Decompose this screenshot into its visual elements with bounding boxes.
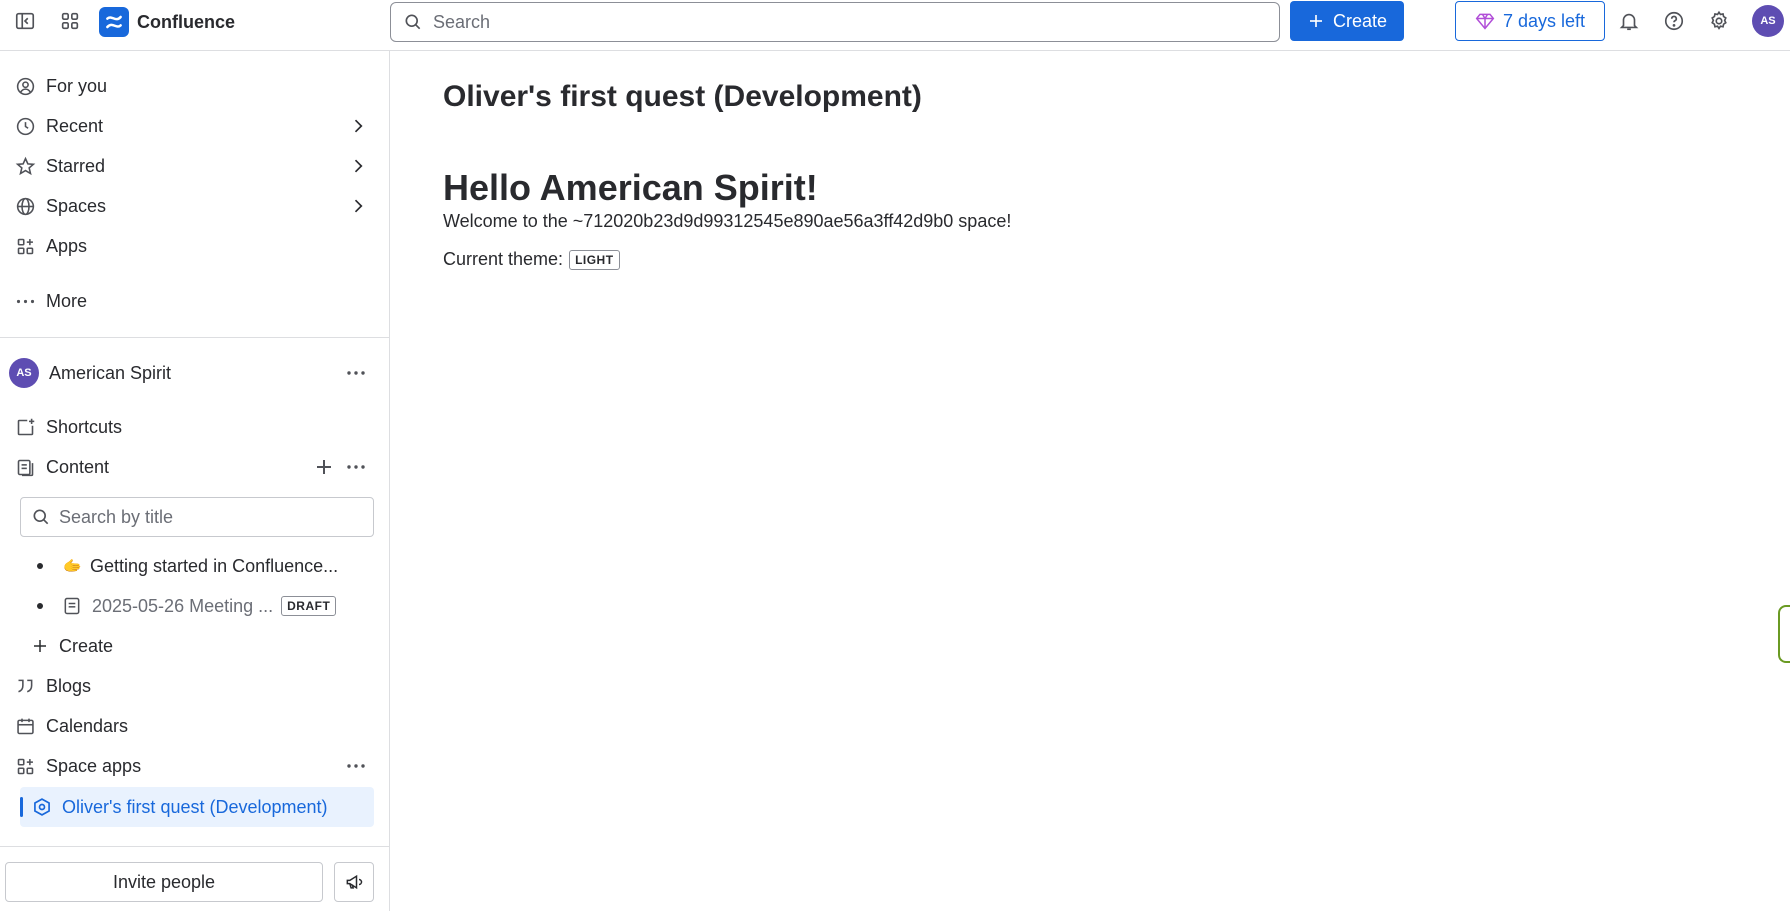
sidebar-item-label: For you	[46, 75, 108, 96]
sidebar-item-more[interactable]: More	[0, 283, 390, 319]
sidebar-item-spaces[interactable]: Spaces	[0, 188, 390, 224]
content-pages-icon	[14, 456, 36, 478]
sidebar-item-label: Blogs	[46, 675, 92, 696]
draft-badge: DRAFT	[281, 596, 337, 616]
page-title: Oliver's first quest (Development)	[443, 80, 922, 113]
create-button-label: Create	[1332, 10, 1388, 31]
theme-line: Current theme: LIGHT	[443, 249, 620, 270]
sidebar-item-label: Recent	[46, 115, 104, 136]
megaphone-icon	[346, 874, 363, 890]
hexagon-app-icon	[34, 798, 50, 816]
sidebar-item-calendars[interactable]: Calendars	[0, 708, 390, 744]
tree-item-label: Getting started in Confluence...	[90, 555, 339, 576]
plus-icon	[1309, 15, 1322, 27]
sidebar-divider	[0, 337, 390, 338]
tree-bullet	[37, 603, 43, 609]
sidebar-item-content[interactable]: Content	[0, 449, 390, 485]
sidebar-item-label: Content	[46, 456, 110, 477]
main-content: Oliver's first quest (Development) Hello…	[391, 51, 1790, 911]
user-avatar[interactable]: AS	[1752, 5, 1784, 37]
tree-item-label: 2025-05-26 Meeting ...	[92, 595, 274, 616]
search-icon	[405, 14, 421, 30]
theme-badge: LIGHT	[569, 249, 620, 270]
space-avatar: AS	[9, 358, 39, 388]
selected-app-label: Oliver's first quest (Development)	[62, 796, 328, 817]
calendar-icon	[14, 715, 36, 737]
tree-bullet	[37, 563, 43, 569]
more-icon	[14, 290, 36, 312]
sidebar-item-selected-app[interactable]: Oliver's first quest (Development)	[20, 787, 374, 827]
title-search[interactable]	[20, 497, 374, 537]
tree-create-label: Create	[59, 635, 114, 656]
chevron-right-icon[interactable]	[348, 156, 368, 176]
sidebar-item-label: More	[46, 290, 88, 311]
sidebar-toggle-icon[interactable]	[9, 5, 41, 37]
handshake-emoji-icon: 🫱	[63, 558, 82, 575]
notifications-icon[interactable]	[1613, 5, 1645, 37]
sidebar-item-blogs[interactable]: Blogs	[0, 668, 390, 704]
tree-create-button[interactable]: Create	[0, 628, 390, 664]
sidebar-item-label: Calendars	[46, 715, 129, 736]
trial-button[interactable]: 7 days left	[1455, 1, 1605, 41]
globe-icon	[14, 195, 36, 217]
more-actions-icon[interactable]	[344, 754, 368, 778]
apps-grid-icon	[14, 235, 36, 257]
space-name: American Spirit	[49, 362, 172, 383]
page-icon	[64, 597, 80, 615]
chevron-right-icon[interactable]	[348, 116, 368, 136]
welcome-text: Welcome to the ~712020b23d9d99312545e890…	[443, 211, 1012, 231]
confluence-logo-icon	[99, 7, 129, 37]
theme-label: Current theme:	[443, 249, 564, 269]
floating-widget-tab[interactable]	[1778, 605, 1790, 663]
apps-grid-icon	[14, 755, 36, 777]
sidebar-item-label: Apps	[46, 235, 88, 256]
sidebar-item-shortcuts[interactable]: Shortcuts	[0, 409, 390, 445]
more-actions-icon[interactable]	[344, 455, 368, 479]
invite-people-button[interactable]: Invite people	[5, 862, 323, 902]
clock-icon	[14, 115, 36, 137]
sidebar-item-for-you[interactable]: For you	[0, 68, 390, 104]
sidebar-item-label: Spaces	[46, 195, 107, 216]
sidebar-item-label: Shortcuts	[46, 416, 123, 437]
gem-icon	[1475, 13, 1495, 30]
chevron-right-icon[interactable]	[348, 196, 368, 216]
space-header[interactable]: AS American Spirit	[0, 355, 390, 391]
sidebar: For you Recent Starred Spaces Apps More …	[0, 51, 390, 911]
sidebar-item-recent[interactable]: Recent	[0, 108, 390, 144]
app-name: Confluence	[137, 11, 236, 32]
shortcut-icon	[14, 416, 36, 438]
feedback-button[interactable]	[334, 862, 374, 902]
add-content-icon[interactable]	[312, 455, 336, 479]
page-heading: Hello American Spirit!	[443, 167, 818, 208]
sidebar-divider	[0, 846, 390, 847]
app-switcher-icon[interactable]	[54, 5, 86, 37]
settings-gear-icon[interactable]	[1703, 5, 1735, 37]
user-circle-icon	[14, 75, 36, 97]
quote-icon	[14, 675, 36, 697]
search-input[interactable]	[433, 11, 1233, 33]
confluence-logo[interactable]: Confluence	[99, 6, 235, 38]
tree-item-getting-started[interactable]: 🫱 Getting started in Confluence...	[0, 548, 390, 584]
help-icon[interactable]	[1658, 5, 1690, 37]
title-search-input[interactable]	[59, 506, 359, 528]
sidebar-item-starred[interactable]: Starred	[0, 148, 390, 184]
search-icon	[33, 509, 49, 525]
top-navigation-bar: Confluence Create 7 days left AS	[0, 0, 1790, 51]
trial-button-label: 7 days left	[1502, 10, 1586, 31]
global-search[interactable]	[390, 2, 1280, 42]
create-button[interactable]: Create	[1290, 1, 1404, 41]
sidebar-item-label: Space apps	[46, 755, 142, 776]
star-icon	[14, 155, 36, 177]
plus-icon	[34, 640, 46, 652]
more-actions-icon[interactable]	[344, 361, 368, 385]
tree-item-meeting[interactable]: 2025-05-26 Meeting ... DRAFT	[0, 588, 390, 624]
sidebar-item-space-apps[interactable]: Space apps	[0, 748, 390, 784]
sidebar-item-apps[interactable]: Apps	[0, 228, 390, 264]
sidebar-item-label: Starred	[46, 155, 106, 176]
